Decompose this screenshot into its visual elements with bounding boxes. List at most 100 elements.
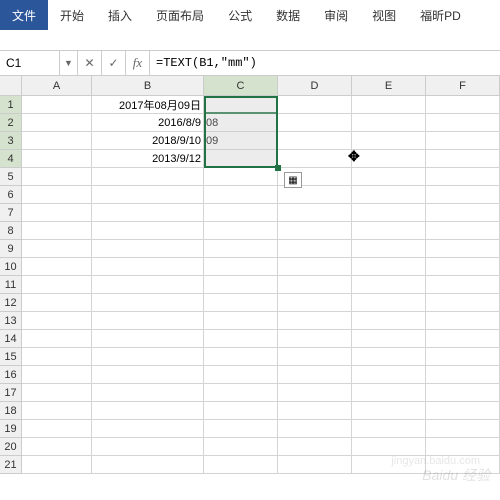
cell-A8[interactable] — [22, 222, 92, 240]
cell-C4[interactable] — [204, 150, 278, 168]
cell-E1[interactable] — [352, 96, 426, 114]
cell-B7[interactable] — [92, 204, 204, 222]
cell-B5[interactable] — [92, 168, 204, 186]
cell-C1[interactable]: 08 — [204, 96, 278, 114]
cell-A13[interactable] — [22, 312, 92, 330]
menu-file[interactable]: 文件 — [0, 0, 48, 30]
cell-F11[interactable] — [426, 276, 500, 294]
cell-C2[interactable]: 08 — [204, 114, 278, 132]
cell-B11[interactable] — [92, 276, 204, 294]
cell-B9[interactable] — [92, 240, 204, 258]
menu-pagelayout[interactable]: 页面布局 — [144, 0, 216, 30]
cell-E14[interactable] — [352, 330, 426, 348]
menu-insert[interactable]: 插入 — [96, 0, 144, 30]
cell-E8[interactable] — [352, 222, 426, 240]
cell-C19[interactable] — [204, 420, 278, 438]
cell-D6[interactable] — [278, 186, 352, 204]
cell-F7[interactable] — [426, 204, 500, 222]
cell-C20[interactable] — [204, 438, 278, 456]
cell-C17[interactable] — [204, 384, 278, 402]
cell-D3[interactable] — [278, 132, 352, 150]
cell-F20[interactable] — [426, 438, 500, 456]
cell-B21[interactable] — [92, 456, 204, 474]
cell-E16[interactable] — [352, 366, 426, 384]
cell-D15[interactable] — [278, 348, 352, 366]
row-header-19[interactable]: 19 — [0, 420, 22, 438]
row-header-1[interactable]: 1 — [0, 96, 22, 114]
cell-A12[interactable] — [22, 294, 92, 312]
cell-A7[interactable] — [22, 204, 92, 222]
cell-D11[interactable] — [278, 276, 352, 294]
cell-E20[interactable] — [352, 438, 426, 456]
cell-B13[interactable] — [92, 312, 204, 330]
cell-F16[interactable] — [426, 366, 500, 384]
row-header-21[interactable]: 21 — [0, 456, 22, 474]
cell-C13[interactable] — [204, 312, 278, 330]
col-header-D[interactable]: D — [278, 76, 352, 96]
cell-D18[interactable] — [278, 402, 352, 420]
cell-B12[interactable] — [92, 294, 204, 312]
cell-B16[interactable] — [92, 366, 204, 384]
cell-A4[interactable] — [22, 150, 92, 168]
cell-F10[interactable] — [426, 258, 500, 276]
cell-A17[interactable] — [22, 384, 92, 402]
cell-C12[interactable] — [204, 294, 278, 312]
row-header-9[interactable]: 9 — [0, 240, 22, 258]
fx-button[interactable]: fx — [126, 51, 150, 75]
row-header-16[interactable]: 16 — [0, 366, 22, 384]
cell-B10[interactable] — [92, 258, 204, 276]
cell-D16[interactable] — [278, 366, 352, 384]
row-header-11[interactable]: 11 — [0, 276, 22, 294]
cell-B8[interactable] — [92, 222, 204, 240]
cell-A11[interactable] — [22, 276, 92, 294]
row-header-2[interactable]: 2 — [0, 114, 22, 132]
cell-D14[interactable] — [278, 330, 352, 348]
row-header-3[interactable]: 3 — [0, 132, 22, 150]
cell-F8[interactable] — [426, 222, 500, 240]
cell-B6[interactable] — [92, 186, 204, 204]
cell-C5[interactable] — [204, 168, 278, 186]
cell-E18[interactable] — [352, 402, 426, 420]
row-header-14[interactable]: 14 — [0, 330, 22, 348]
cell-B1[interactable]: 2017年08月09日 — [92, 96, 204, 114]
cell-A2[interactable] — [22, 114, 92, 132]
cell-E11[interactable] — [352, 276, 426, 294]
cell-A18[interactable] — [22, 402, 92, 420]
cell-F9[interactable] — [426, 240, 500, 258]
cell-B2[interactable]: 2016/8/9 — [92, 114, 204, 132]
cells-area[interactable]: 2017年08月09日082016/8/9082018/9/10092013/9… — [22, 96, 500, 474]
col-header-A[interactable]: A — [22, 76, 92, 96]
cell-E4[interactable] — [352, 150, 426, 168]
row-header-6[interactable]: 6 — [0, 186, 22, 204]
row-header-17[interactable]: 17 — [0, 384, 22, 402]
cell-A5[interactable] — [22, 168, 92, 186]
cell-A6[interactable] — [22, 186, 92, 204]
cell-F3[interactable] — [426, 132, 500, 150]
cell-E7[interactable] — [352, 204, 426, 222]
cell-B14[interactable] — [92, 330, 204, 348]
cell-B17[interactable] — [92, 384, 204, 402]
cell-B19[interactable] — [92, 420, 204, 438]
cell-F19[interactable] — [426, 420, 500, 438]
cell-C9[interactable] — [204, 240, 278, 258]
cell-A14[interactable] — [22, 330, 92, 348]
cell-B4[interactable]: 2013/9/12 — [92, 150, 204, 168]
autofill-options-button[interactable]: ▦ — [284, 172, 302, 188]
cell-F5[interactable] — [426, 168, 500, 186]
cell-F4[interactable] — [426, 150, 500, 168]
cell-D19[interactable] — [278, 420, 352, 438]
cell-E10[interactable] — [352, 258, 426, 276]
col-header-E[interactable]: E — [352, 76, 426, 96]
cell-C10[interactable] — [204, 258, 278, 276]
cell-C15[interactable] — [204, 348, 278, 366]
cell-F2[interactable] — [426, 114, 500, 132]
cell-F6[interactable] — [426, 186, 500, 204]
cell-C7[interactable] — [204, 204, 278, 222]
cell-C11[interactable] — [204, 276, 278, 294]
select-all-corner[interactable] — [0, 76, 22, 96]
menu-view[interactable]: 视图 — [360, 0, 408, 30]
cell-F13[interactable] — [426, 312, 500, 330]
row-header-13[interactable]: 13 — [0, 312, 22, 330]
cell-E9[interactable] — [352, 240, 426, 258]
cell-A9[interactable] — [22, 240, 92, 258]
